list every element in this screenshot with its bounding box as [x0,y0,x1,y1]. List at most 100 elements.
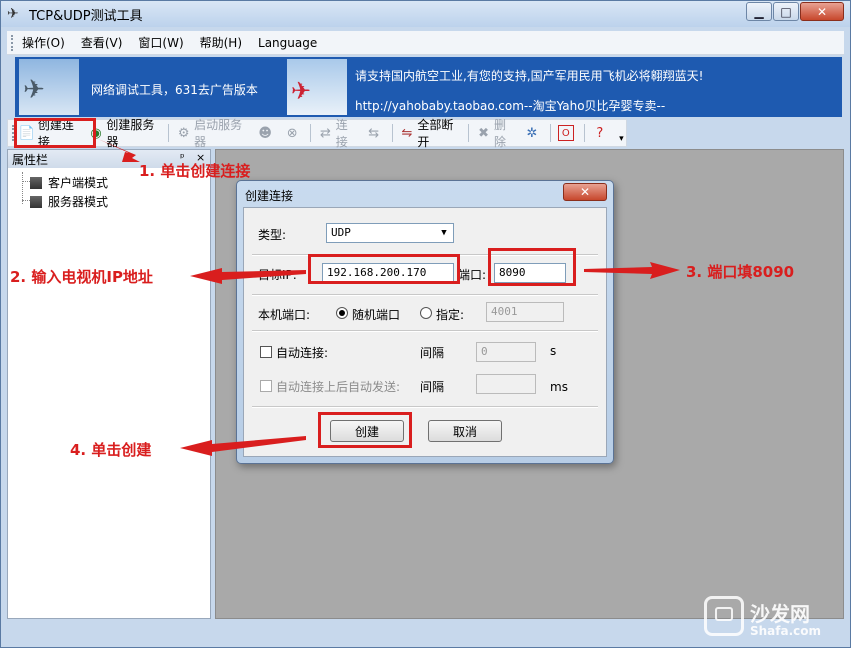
cancel-server-button[interactable]: ⊗ [280,122,307,144]
create-connection-dialog: 创建连接 ✕ 类型: UDP ▼ 目标IP: 192.168.200.170 端… [236,180,614,464]
auto-send-label: 自动连接上后自动发送: [276,380,401,394]
specify-port-field[interactable]: 4001 [486,302,564,322]
type-select[interactable]: UDP ▼ [326,223,454,243]
toolbar-separator [391,124,393,142]
annotation-step-2: 2. 输入电视机IP地址 [10,268,153,286]
menu-view[interactable]: 查看(V) [73,34,131,51]
type-label: 类型: [258,228,287,242]
client-icon [30,176,42,189]
start-server-button[interactable]: ⚙ 启动服务器 [172,118,253,149]
users-icon: ☻ [258,125,272,141]
window-title: TCP&UDP测试工具 [29,8,143,24]
connect-label: 连接 [335,118,348,149]
watermark-url: Shafa.com [750,624,822,638]
menu-operate[interactable]: 操作(O) [14,34,73,51]
target-ip-label: 目标IP: [258,268,297,282]
auto-send-checkbox[interactable] [260,380,272,392]
highlight-port [488,248,576,286]
delete-x-icon: ✖ [478,125,490,141]
toolbar-separator [168,124,170,142]
help-button[interactable]: ? [588,122,615,144]
power-icon: O [557,125,574,141]
dialog-body: 类型: UDP ▼ 目标IP: 192.168.200.170 端口: 8090… [243,207,607,457]
random-port-label: 随机端口 [352,308,401,322]
banner-left-text: 网络调试工具，631去广告版本 [91,83,258,97]
type-select-value: UDP [331,226,351,239]
stop-circle-icon: ⊗ [286,125,298,141]
delete-label: 删除 [493,118,506,149]
stop-server-button[interactable]: ☻ [253,122,280,144]
tv-icon [715,607,733,621]
tree-item-label: 客户端模式 [48,176,109,190]
interval-seconds-field[interactable]: 0 [476,342,536,362]
tree-item-client-mode[interactable]: 客户端模式 [30,174,108,191]
connect-button[interactable]: ⇄ 连接 [314,118,362,149]
auto-connect-checkbox[interactable] [260,346,272,358]
ms-unit: ms [550,380,568,394]
specify-port-radio[interactable] [420,307,432,319]
create-server-label: 创建服务器 [106,118,155,149]
seconds-unit: s [550,344,557,358]
port-label: 端口: [458,268,487,282]
network-button[interactable]: ✲ [520,122,547,144]
help-icon: ? [596,125,604,141]
menu-bar: 操作(O) 查看(V) 窗口(W) 帮助(H) Language [7,31,844,55]
local-port-label: 本机端口: [258,308,311,322]
divider [252,330,598,332]
toolbar-separator [310,124,312,142]
menu-help[interactable]: 帮助(H) [192,34,250,51]
property-panel-title: 属性栏 [12,152,49,167]
interval-label: 间隔 [420,346,445,360]
start-server-icon: ⚙ [177,125,190,141]
disconnect-all-button[interactable]: ⇋ 全部断开 [396,118,466,149]
start-server-label: 启动服务器 [194,118,243,149]
random-port-radio[interactable] [336,307,348,319]
power-button[interactable]: O [554,122,581,144]
property-panel: 属性栏 ᵖ × 客户端模式 服务器模式 [7,149,211,619]
annotation-step-1: 1. 单击创建连接 [139,162,251,180]
ad-banner[interactable]: ✈ 网络调试工具，631去广告版本 ✈ 请支持国内航空工业,有您的支持,国产军用… [15,57,842,117]
maximize-button[interactable]: □ [773,2,799,21]
fighter-jet-icon: ✈ [23,75,45,105]
auto-connect-label: 自动连接: [276,346,329,360]
dialog-close-button[interactable]: ✕ [563,183,607,201]
highlight-create-connection [14,118,96,148]
toolbar: 📄 创建连接 ◉ 创建服务器 ⚙ 启动服务器 ☻ ⊗ ⇄ 连接 ⇆ ⇋ 全部断开 [7,118,627,149]
watermark-text: 沙发网 [750,602,810,626]
menu-window[interactable]: 窗口(W) [130,34,191,51]
connect-icon: ⇄ [319,125,331,141]
airliner-icon: ✈ [291,77,312,105]
network-icon: ✲ [526,125,538,141]
create-server-button[interactable]: ◉ 创建服务器 [85,118,166,149]
disconnect-icon: ⇆ [368,125,380,141]
disconnect-button[interactable]: ⇆ [362,122,389,144]
highlight-target-ip [308,254,460,284]
watermark-logo [704,596,744,636]
banner-url[interactable]: http://yahobaby.taobao.com--淘宝Yaho贝比孕婴专卖… [355,97,665,114]
server-icon [30,195,42,208]
delete-button[interactable]: ✖ 删除 [472,118,520,149]
menu-language[interactable]: Language [250,36,325,50]
chevron-down-icon: ▼ [441,228,447,238]
interval-ms-field[interactable] [476,374,536,394]
divider [252,294,598,296]
dialog-title: 创建连接 [245,189,294,203]
tree-item-server-mode[interactable]: 服务器模式 [30,193,108,210]
specify-port-label: 指定: [436,308,465,322]
disconnect-all-label: 全部断开 [417,118,454,149]
banner-slogan: 请支持国内航空工业,有您的支持,国产军用民用飞机必将翱翔蓝天! [355,69,704,83]
minimize-button[interactable]: ▁ [746,2,772,21]
toolbar-separator [549,124,551,142]
title-bar: ✈ TCP&UDP测试工具 ▁ □ ✕ [1,1,850,27]
toolbar-separator [468,124,470,142]
cancel-button[interactable]: 取消 [428,420,502,442]
highlight-create-button [318,412,412,448]
divider [252,406,598,408]
tree-item-label: 服务器模式 [48,195,109,209]
interval-label: 间隔 [420,380,445,394]
toolbar-overflow-icon[interactable]: ▾ [617,122,626,144]
close-button[interactable]: ✕ [800,2,844,21]
disconnect-all-icon: ⇋ [401,125,413,141]
annotation-step-4: 4. 单击创建 [70,441,152,459]
window-controls: ▁ □ ✕ [745,2,844,21]
